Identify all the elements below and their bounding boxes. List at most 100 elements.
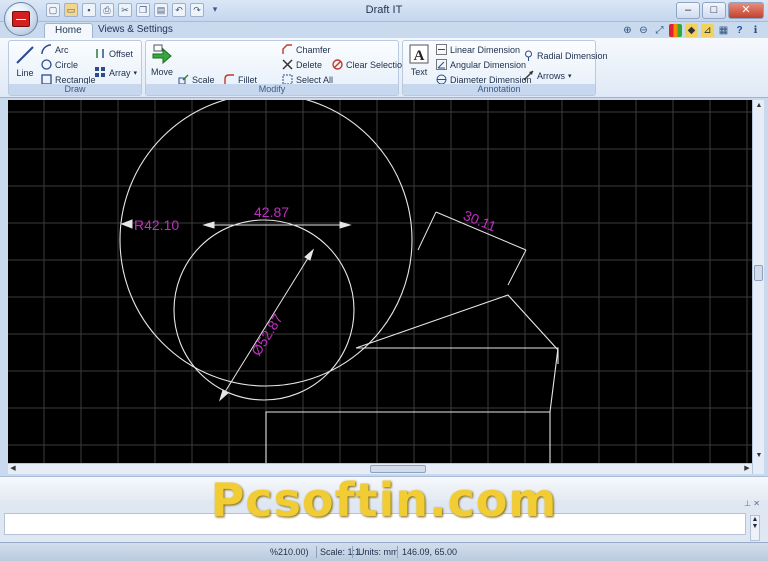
circle-button[interactable]: Circle	[41, 59, 78, 70]
info-icon[interactable]: ℹ	[749, 24, 762, 37]
grid-toggle-icon[interactable]	[669, 24, 682, 37]
angular-dimension-icon	[436, 59, 447, 70]
zoom-out-icon[interactable]: ⊖	[637, 24, 650, 37]
offset-label: Offset	[109, 48, 133, 59]
bottom-profile[interactable]	[265, 347, 559, 463]
window-title: Draft IT	[365, 4, 403, 16]
scroll-up-icon[interactable]: ▲	[754, 101, 764, 111]
move-label: Move	[150, 67, 173, 77]
status-separator	[352, 546, 353, 558]
radius-dimension-text[interactable]: R42.10	[134, 217, 179, 233]
diameter-dimension-label: Diameter Dimension	[450, 74, 532, 85]
draw-group-label: Draw	[9, 84, 141, 95]
maximize-button[interactable]: □	[702, 2, 726, 19]
scroll-down-icon[interactable]: ▼	[754, 451, 764, 461]
diameter-dimension-text[interactable]: Ø52.87	[248, 311, 286, 359]
chamfer-button[interactable]: Chamfer	[282, 44, 331, 55]
view-tools: ⊕ ⊖ ⤢ ◆ ⊿ ▦ ? ℹ	[621, 24, 762, 37]
array-dropdown-icon: ▾	[133, 69, 138, 77]
angular-dimension-label: Angular Dimension	[450, 59, 527, 70]
title-bar: ▢ ▭ ▪ ⎙ ✂ ❐ ▤ ↶ ↷ ▾ Draft IT – □ ✕	[0, 0, 768, 36]
annotation-group: A Text Linear Dimension Angular Dimensio…	[402, 40, 608, 96]
horizontal-scroll-thumb[interactable]	[370, 465, 426, 473]
watermark-text: Pcsoftin.com	[210, 473, 558, 527]
move-icon	[151, 43, 173, 65]
chamfer-icon	[282, 44, 293, 55]
rectangle-label: Rectangle	[55, 74, 96, 85]
minimize-button[interactable]: –	[676, 2, 700, 19]
ortho-icon[interactable]: ⊿	[701, 24, 714, 37]
arrows-label: Arrows	[537, 70, 566, 81]
dimension-labels: R42.10 42.87 30.11 Ø52.87	[134, 204, 499, 358]
select-all-label: Select All	[296, 74, 334, 85]
line-label: Line	[16, 68, 34, 78]
status-cursor-position: 146.09, 65.00	[402, 547, 458, 557]
clear-selection-label: Clear Selection	[346, 59, 408, 70]
move-button[interactable]: Move	[148, 43, 176, 77]
text-icon: A	[408, 43, 430, 65]
offset-icon	[95, 48, 106, 59]
clear-selection-icon	[332, 59, 343, 70]
radial-dimension-label: Radial Dimension	[537, 50, 608, 61]
drawing-svg[interactable]: R42.10 42.87 30.11 Ø52.87	[8, 100, 752, 463]
circle-label: Circle	[55, 59, 79, 70]
ribbon-tab-bar: Home Views & Settings ⊕ ⊖ ⤢ ◆ ⊿ ▦ ? ℹ	[0, 22, 768, 38]
radius-arrow	[120, 219, 133, 229]
fillet-label: Fillet	[238, 74, 258, 85]
window-controls: – □ ✕	[676, 2, 764, 19]
linear-dimension-text[interactable]: 42.87	[254, 204, 289, 220]
radial-dimension-button[interactable]: Radial Dimension	[523, 50, 608, 61]
help-icon[interactable]: ?	[733, 24, 746, 37]
line-icon	[14, 44, 36, 66]
svg-text:A: A	[414, 48, 425, 64]
arc-button[interactable]: Arc	[41, 44, 69, 55]
grid	[8, 100, 752, 463]
array-button[interactable]: Array ▾	[95, 67, 137, 78]
geometry	[119, 100, 559, 463]
diameter-dimension-arrow-top	[304, 248, 314, 261]
offset-button[interactable]: Offset	[95, 48, 133, 59]
scale-label: Scale	[192, 74, 215, 85]
draw-group: Line Arc Circle Rectangle Offset Array ▾…	[8, 40, 142, 96]
triangle-profile[interactable]	[355, 294, 559, 364]
layers-icon[interactable]: ▦	[717, 24, 730, 37]
arc-label: Arc	[55, 44, 69, 55]
clear-selection-button[interactable]: Clear Selection	[332, 59, 407, 70]
linear-dimension-button[interactable]: Linear Dimension	[436, 44, 520, 55]
angular-dimension-button[interactable]: Angular Dimension	[436, 59, 526, 70]
status-units: Units: mm	[358, 547, 399, 557]
linear-dimension-label: Linear Dimension	[450, 44, 521, 55]
snap-icon[interactable]: ◆	[685, 24, 698, 37]
arrows-dropdown-icon: ▾	[568, 72, 572, 80]
angular-extension-right	[507, 249, 527, 286]
angular-extension-left	[417, 211, 437, 251]
text-button[interactable]: A Text	[406, 43, 432, 77]
modify-group: Move Scale Fillet Chamfer Delete Select …	[145, 40, 407, 96]
zoom-extents-icon[interactable]: ⤢	[653, 24, 666, 37]
vertical-scroll-thumb[interactable]	[754, 265, 763, 281]
delete-icon	[282, 59, 293, 70]
radial-dimension-icon	[523, 50, 534, 61]
draftit-logo-icon	[12, 11, 30, 27]
application-menu-button[interactable]	[4, 2, 38, 36]
zoom-in-icon[interactable]: ⊕	[621, 24, 634, 37]
tab-home[interactable]: Home	[44, 23, 93, 38]
annotation-group-label: Annotation	[403, 84, 595, 95]
line-button[interactable]: Line	[13, 44, 37, 78]
status-separator	[397, 546, 398, 558]
drawing-canvas[interactable]: R42.10 42.87 30.11 Ø52.87	[8, 100, 752, 463]
status-scale: Scale: 1:1	[320, 547, 361, 557]
linear-dimension-icon	[436, 44, 447, 55]
status-coords-left: %210.00)	[270, 547, 309, 557]
arrows-button[interactable]: Arrows ▾	[523, 70, 572, 81]
delete-button[interactable]: Delete	[282, 59, 322, 70]
circle-icon	[41, 59, 52, 70]
array-label: Array	[109, 67, 131, 78]
text-label: Text	[410, 67, 428, 77]
delete-label: Delete	[296, 59, 323, 70]
ribbon: Line Arc Circle Rectangle Offset Array ▾…	[0, 38, 768, 98]
vertical-scrollbar[interactable]: ▲ ▼	[752, 100, 764, 474]
tab-views-settings[interactable]: Views & Settings	[88, 23, 183, 38]
close-button[interactable]: ✕	[728, 2, 764, 19]
arrows-icon	[523, 70, 534, 81]
